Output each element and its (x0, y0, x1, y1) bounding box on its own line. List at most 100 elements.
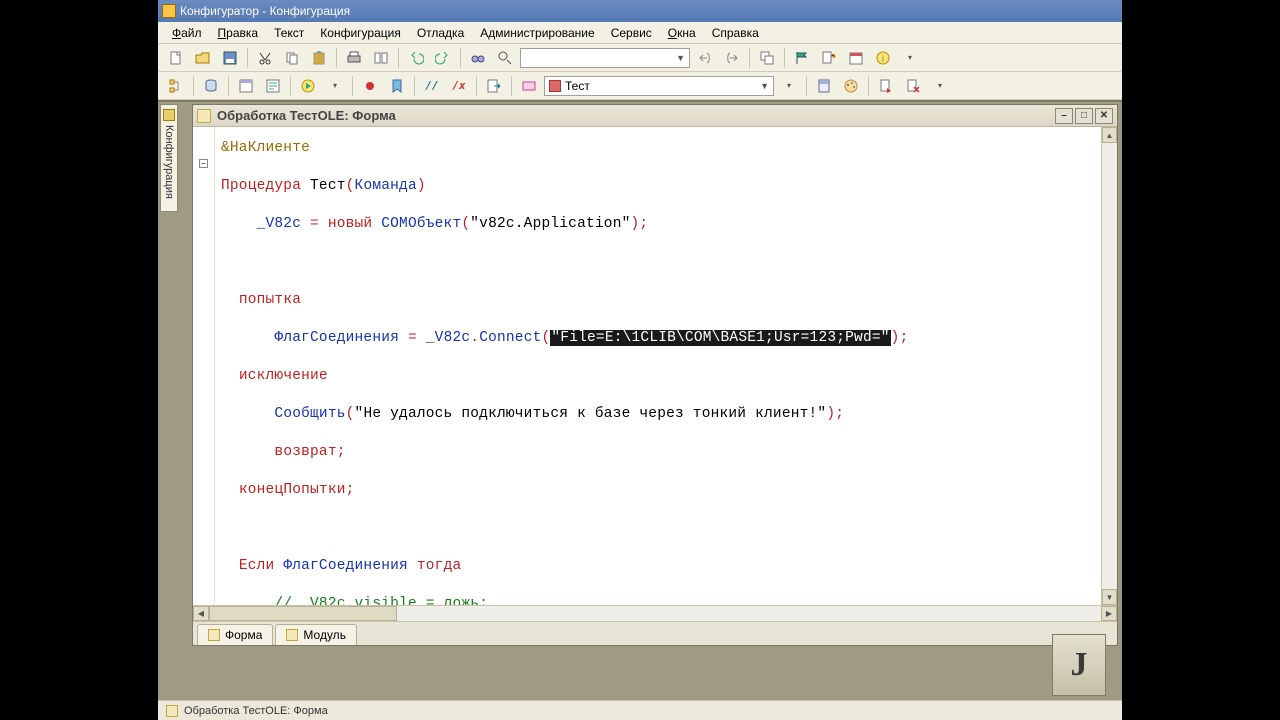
goto-button[interactable] (482, 75, 506, 97)
calc-icon (816, 78, 832, 94)
titlebar: Конфигуратор - Конфигурация (158, 0, 1122, 22)
separator (806, 76, 807, 96)
scroll-right-button[interactable]: ▶ (1101, 606, 1117, 621)
separator (290, 76, 291, 96)
menubar: Файл Правка Текст Конфигурация Отладка А… (158, 22, 1122, 44)
tool-c-button[interactable] (874, 75, 898, 97)
proc-dd-button[interactable]: ▾ (777, 75, 801, 97)
code-editor[interactable]: − &НаКлиенте Процедура Тест(Команда) _V8… (193, 127, 1101, 605)
app-window: Конфигуратор - Конфигурация Файл Правка … (158, 0, 1122, 720)
undo-button[interactable] (404, 47, 428, 69)
open-module-button[interactable] (261, 75, 285, 97)
procedure-combo[interactable]: Тест ▼ (544, 76, 774, 96)
hscroll-thumb[interactable] (209, 606, 397, 621)
separator (749, 48, 750, 68)
tool-b-button[interactable] (839, 75, 863, 97)
proc-icon (521, 78, 537, 94)
config-tree-button[interactable] (164, 75, 188, 97)
duplicate-button[interactable] (755, 47, 779, 69)
new-file-button[interactable] (164, 47, 188, 69)
print-button[interactable] (342, 47, 366, 69)
bookmark-button[interactable] (385, 75, 409, 97)
goto-icon (486, 78, 502, 94)
tab-form-label: Форма (225, 628, 262, 642)
uncomment-icon: /x (451, 78, 467, 94)
menu-text[interactable]: Текст (268, 24, 310, 42)
tab-form[interactable]: Форма (197, 624, 273, 645)
separator (193, 76, 194, 96)
run-dd-button[interactable]: ▾ (323, 75, 347, 97)
help-button[interactable]: i (871, 47, 895, 69)
hscroll-track[interactable] (209, 606, 1101, 621)
separator (460, 48, 461, 68)
paste-button[interactable] (307, 47, 331, 69)
doc-arrow-icon (878, 78, 894, 94)
breakpoint-button[interactable] (358, 75, 382, 97)
status-text: Обработка ТестOLE: Форма (184, 705, 328, 717)
menu-windows[interactable]: Окна (662, 24, 702, 42)
menu-file[interactable]: Файл (166, 24, 208, 42)
tool-e-button[interactable]: ▾ (928, 75, 952, 97)
copy-icon (284, 50, 300, 66)
palette-icon (843, 78, 859, 94)
fold-toggle[interactable]: − (199, 159, 208, 168)
separator (414, 76, 415, 96)
scroll-left-button[interactable]: ◀ (193, 606, 209, 621)
tool-d-button[interactable] (901, 75, 925, 97)
save-button[interactable] (218, 47, 242, 69)
form-icon (197, 109, 211, 123)
inner-window: Обработка ТестOLE: Форма – □ ✕ − &НаКлие… (192, 104, 1118, 646)
menu-help[interactable]: Справка (706, 24, 765, 42)
close-button[interactable]: ✕ (1095, 108, 1113, 124)
redo-button[interactable] (431, 47, 455, 69)
chevron-down-icon: ▼ (760, 81, 769, 91)
redo-icon (435, 50, 451, 66)
proc-button[interactable] (517, 75, 541, 97)
open-button[interactable] (191, 47, 215, 69)
separator (336, 48, 337, 68)
scroll-up-button[interactable]: ▲ (1102, 127, 1117, 143)
calendar-button[interactable] (844, 47, 868, 69)
nav-back-button[interactable] (693, 47, 717, 69)
syntax-check-button[interactable] (790, 47, 814, 69)
watermark-logo: J (1052, 634, 1106, 696)
scroll-track[interactable] (1102, 143, 1117, 589)
menu-admin[interactable]: Администрирование (474, 24, 600, 42)
help-dd-button[interactable]: ▾ (898, 47, 922, 69)
search-combo[interactable]: ▼ (520, 48, 690, 68)
vertical-scrollbar[interactable]: ▲ ▼ (1101, 127, 1117, 605)
module-icon (265, 78, 281, 94)
run-debug-button[interactable] (296, 75, 320, 97)
status-icon (166, 705, 178, 717)
scroll-down-button[interactable]: ▼ (1102, 589, 1117, 605)
open-form-button[interactable] (234, 75, 258, 97)
compare-button[interactable] (369, 47, 393, 69)
separator (868, 76, 869, 96)
window-controls: – □ ✕ (1055, 108, 1113, 124)
menu-config[interactable]: Конфигурация (314, 24, 407, 42)
zoom-button[interactable] (493, 47, 517, 69)
horizontal-scrollbar[interactable]: ◀ ▶ (193, 605, 1117, 621)
menu-service[interactable]: Сервис (605, 24, 658, 42)
cut-button[interactable] (253, 47, 277, 69)
bookmark-icon (389, 78, 405, 94)
minimize-button[interactable]: – (1055, 108, 1073, 124)
comment-button[interactable]: // (420, 75, 444, 97)
update-db-button[interactable] (199, 75, 223, 97)
tool-a-button[interactable] (812, 75, 836, 97)
config-sidebar-tab[interactable]: Конфигурация (160, 104, 178, 212)
syntax-help-button[interactable] (817, 47, 841, 69)
copy-button[interactable] (280, 47, 304, 69)
maximize-button[interactable]: □ (1075, 108, 1093, 124)
tab-module-label: Модуль (303, 628, 346, 642)
app-icon (162, 4, 176, 18)
separator (398, 48, 399, 68)
nav-fwd-button[interactable] (720, 47, 744, 69)
chevron-down-icon: ▾ (781, 78, 797, 94)
tab-module[interactable]: Модуль (275, 624, 357, 645)
calendar-icon (848, 50, 864, 66)
find-button[interactable] (466, 47, 490, 69)
uncomment-button[interactable]: /x (447, 75, 471, 97)
menu-edit[interactable]: Правка (212, 24, 265, 42)
menu-debug[interactable]: Отладка (411, 24, 470, 42)
